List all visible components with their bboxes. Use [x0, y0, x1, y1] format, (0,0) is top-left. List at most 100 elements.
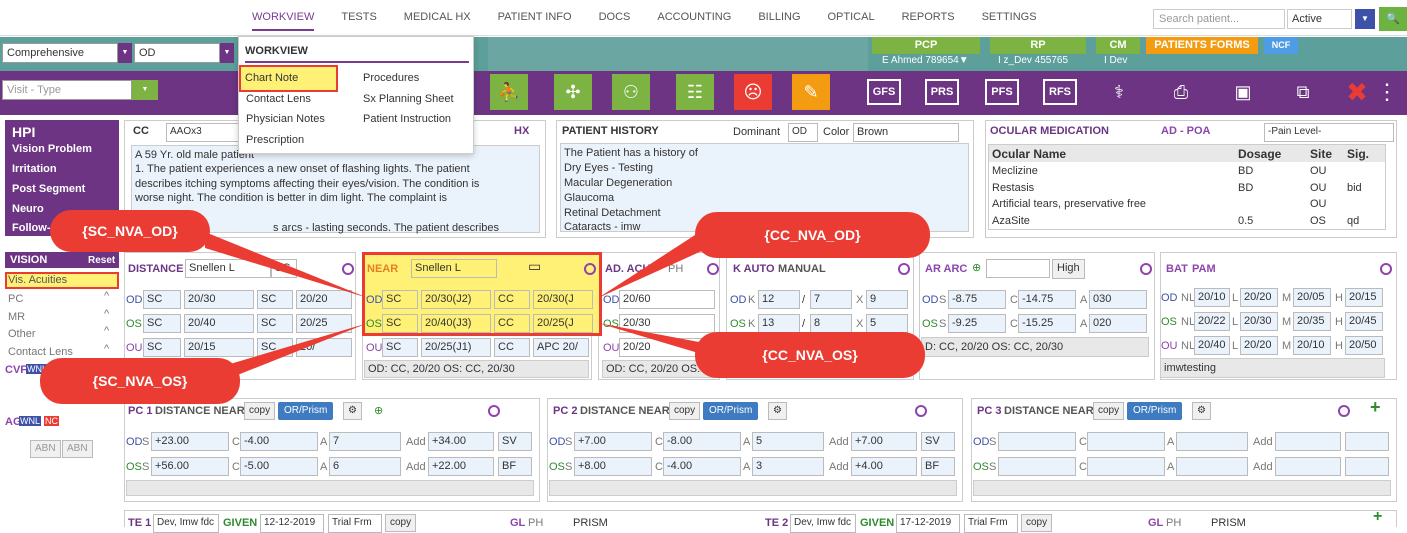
pc3-settings-icon[interactable]: ⚙ — [1192, 402, 1211, 420]
arc-os-c-value[interactable]: -15.25 — [1018, 314, 1076, 333]
hpi-follow[interactable]: Follow- — [12, 222, 51, 234]
distance-check-icon[interactable] — [342, 263, 354, 275]
rp-name[interactable]: I z_Dev 455765 — [998, 55, 1068, 66]
pc1-od-cell-9[interactable]: SV — [498, 432, 532, 451]
search-input[interactable]: Search patient... — [1153, 9, 1285, 29]
near-os-sc[interactable]: SC — [382, 314, 418, 333]
pencil-icon[interactable]: ✎ — [792, 74, 830, 110]
pc1-add-icon[interactable]: ⊕ — [374, 404, 383, 417]
pc2-od-cell-2[interactable]: +7.00 — [574, 432, 652, 451]
hx-label[interactable]: HX — [514, 125, 529, 137]
pc3-od-cell-9[interactable] — [1345, 432, 1389, 451]
te1-trial[interactable]: Trial Frm — [328, 514, 382, 533]
bat-check-icon[interactable] — [1380, 263, 1392, 275]
pc2-os-cell-9[interactable]: BF — [921, 457, 955, 476]
pc3-os-cell-2[interactable] — [998, 457, 1076, 476]
distance-od-cc[interactable]: SC — [257, 290, 293, 309]
documents-icon[interactable]: ⧉ — [1284, 74, 1322, 110]
menu-prescription[interactable]: Prescription — [246, 134, 304, 146]
pc3-od-cell-2[interactable] — [998, 432, 1076, 451]
pc3-orprism-button[interactable]: OR/Prism — [1127, 402, 1183, 420]
near-note[interactable]: OD: CC, 20/20 OS: CC, 20/30 — [364, 360, 589, 378]
near-os-cc[interactable]: CC — [494, 314, 530, 333]
near-od-cc[interactable]: CC — [494, 290, 530, 309]
pc3-os-cell-9[interactable] — [1345, 457, 1389, 476]
near-od-sc[interactable]: SC — [382, 290, 418, 309]
arc-od-s-value[interactable]: -8.75 — [948, 290, 1006, 309]
distance-ou-sc[interactable]: SC — [143, 338, 181, 357]
status-select[interactable]: Active — [1287, 9, 1352, 29]
pc1-os-cell-4[interactable]: -5.00 — [240, 457, 318, 476]
monitor-icon[interactable]: ▭ — [528, 258, 541, 275]
pc1-os-cell-8[interactable]: +22.00 — [428, 457, 494, 476]
status-dropdown-button[interactable]: ▼ — [1355, 9, 1375, 29]
ag-wnl-badge[interactable]: WNL — [19, 416, 41, 426]
pc3-od-cell-8[interactable] — [1275, 432, 1341, 451]
k-od-k-value[interactable]: 12 — [758, 290, 800, 309]
pc2-check-icon[interactable] — [915, 405, 927, 417]
pc2-os-cell-2[interactable]: +8.00 — [574, 457, 652, 476]
exam-select[interactable]: Comprehensive — [2, 43, 118, 63]
te2-trial[interactable]: Trial Frm — [964, 514, 1018, 533]
bat-od-m-value[interactable]: 20/05 — [1293, 288, 1331, 307]
pc3-copy-button[interactable]: copy — [1093, 402, 1125, 420]
patient-exam-icon[interactable]: ⛹ — [490, 74, 528, 110]
bat-title[interactable]: BAT — [1166, 263, 1188, 275]
bat-od-h-value[interactable]: 20/15 — [1345, 288, 1383, 307]
k-od-x-value[interactable]: 9 — [866, 290, 908, 309]
med-row-4-name[interactable]: AzaSite — [992, 215, 1030, 227]
te2-copy[interactable]: copy — [1021, 514, 1053, 532]
te1-input[interactable]: Dev, Imw fdc — [153, 514, 219, 533]
vision-other[interactable]: Other — [8, 328, 36, 340]
cvf-label[interactable]: CVF — [5, 364, 27, 376]
menu-patient-instruction[interactable]: Patient Instruction — [363, 113, 451, 125]
bat-ou-h-value[interactable]: 20/50 — [1345, 336, 1383, 355]
pc1-note[interactable] — [126, 480, 534, 496]
bat-os-l-value[interactable]: 20/30 — [1240, 312, 1278, 331]
pc3-os-cell-8[interactable] — [1275, 457, 1341, 476]
close-icon[interactable]: ✖ — [1344, 74, 1370, 110]
arc-od-a-value[interactable]: 030 — [1089, 290, 1147, 309]
hpi-neuro[interactable]: Neuro — [12, 203, 44, 215]
pc2-od-cell-4[interactable]: -8.00 — [663, 432, 741, 451]
hpi-irritation[interactable]: Irritation — [12, 163, 57, 175]
te1-label[interactable]: TE 1 — [128, 517, 151, 529]
arc-od-c-value[interactable]: -14.75 — [1018, 290, 1076, 309]
ar-arc-title[interactable]: AR ARC — [925, 263, 967, 275]
menu-physician-notes[interactable]: Physician Notes — [246, 113, 325, 125]
pcp-name[interactable]: E Ahmed 789654▼ — [882, 55, 969, 66]
pc2-os-cell-8[interactable]: +4.00 — [851, 457, 917, 476]
menu-sx-planning[interactable]: Sx Planning Sheet — [363, 93, 454, 105]
pam-title[interactable]: PAM — [1192, 263, 1216, 275]
near-ou-sc[interactable]: SC — [382, 338, 418, 357]
nav-accounting[interactable]: ACCOUNTING — [657, 11, 731, 31]
med-row-3-name[interactable]: Artificial tears, preservative free — [992, 198, 1146, 210]
menu-contact-lens[interactable]: Contact Lens — [246, 93, 311, 105]
k-check-icon[interactable] — [898, 263, 910, 275]
chevron-up-icon[interactable]: ^ — [104, 325, 109, 337]
near-ou-cc-value[interactable]: APC 20/ — [533, 338, 589, 357]
manual-label[interactable]: MANUAL — [778, 263, 826, 275]
bat-od-l-value[interactable]: 20/20 — [1240, 288, 1278, 307]
te1-given[interactable]: GIVEN — [223, 517, 257, 529]
visit-type-select[interactable]: Visit - Type — [2, 80, 132, 100]
k-od-value2[interactable]: 7 — [810, 290, 852, 309]
k-auto-title[interactable]: K AUTO — [733, 263, 775, 275]
pc3-od-cell-4[interactable] — [1087, 432, 1165, 451]
pc2-os-cell-6[interactable]: 3 — [752, 457, 824, 476]
pc1-os-cell-6[interactable]: 6 — [329, 457, 401, 476]
near-ou-sc-value[interactable]: 20/25(J1) — [421, 338, 491, 357]
chevron-up-icon[interactable]: ^ — [104, 308, 109, 320]
cm-name[interactable]: I Dev — [1104, 55, 1127, 66]
pc3-os-cell-4[interactable] — [1087, 457, 1165, 476]
rfs-button[interactable]: RFS — [1043, 79, 1077, 105]
bat-os-nl-value[interactable]: 20/22 — [1194, 312, 1230, 331]
head-book-icon[interactable]: ☷ — [676, 74, 714, 110]
near-od-sc-value[interactable]: 20/30(J2) — [421, 290, 491, 309]
face-icon[interactable]: ☹ — [734, 74, 772, 110]
bat-os-m-value[interactable]: 20/35 — [1293, 312, 1331, 331]
nav-billing[interactable]: BILLING — [758, 11, 800, 31]
eye-select-arrow[interactable]: ▼ — [220, 43, 234, 63]
pc2-od-cell-6[interactable]: 5 — [752, 432, 824, 451]
bat-ou-m-value[interactable]: 20/10 — [1293, 336, 1331, 355]
